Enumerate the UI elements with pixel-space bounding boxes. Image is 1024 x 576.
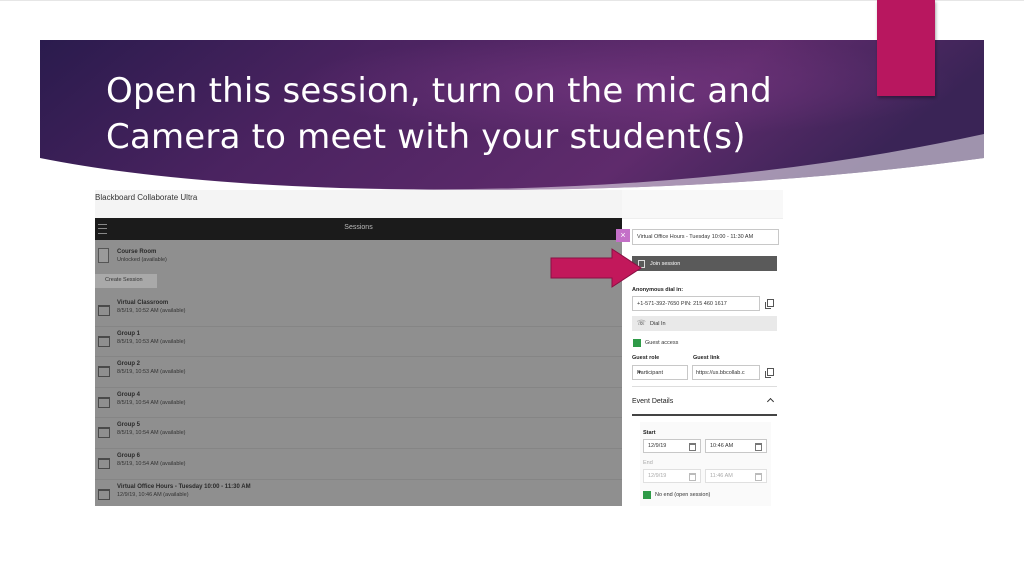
guest-link-field[interactable]: https://us.bbcollab.c (692, 365, 760, 380)
dial-in-value: +1-571-392-7650 PIN: 215 460 1617 (637, 300, 727, 307)
session-icon (98, 335, 110, 347)
event-details-underline (632, 414, 777, 416)
panel-divider (632, 386, 777, 387)
event-details-section: Start 12/9/19 10:46 AM End 12/9/19 11:46… (640, 422, 771, 506)
session-name-value: Virtual Office Hours - Tuesday 10:00 - 1… (637, 234, 754, 240)
session-name: Group 1 (117, 330, 141, 337)
calendar-icon (689, 473, 696, 481)
no-end-checkbox[interactable] (643, 491, 651, 499)
session-time: 8/5/19, 10:53 AM (available) (117, 338, 186, 345)
session-row[interactable]: Group 1 8/5/19, 10:53 AM (available) (95, 327, 622, 358)
close-icon[interactable]: × (616, 229, 630, 242)
session-name: Group 2 (117, 361, 141, 368)
session-name: Virtual Classroom (117, 300, 169, 306)
session-row[interactable]: Virtual Office Hours - Tuesday 10:00 - 1… (95, 480, 622, 506)
session-row[interactable]: Group 6 8/5/19, 10:54 AM (available) (95, 449, 622, 480)
no-end-label: No end (open session) (655, 492, 711, 498)
guest-role-select[interactable]: Participant ▼ (632, 365, 688, 380)
sessions-header: Sessions (95, 218, 622, 240)
session-time: 8/5/19, 10:54 AM (available) (117, 430, 186, 437)
course-room-item[interactable]: Course Room Unlocked (available) (95, 240, 622, 274)
session-name-field[interactable]: Virtual Office Hours - Tuesday 10:00 - 1… (632, 229, 779, 245)
session-time: 8/5/19, 10:53 AM (available) (117, 369, 186, 376)
session-name: Virtual Office Hours - Tuesday 10:00 - 1… (117, 483, 251, 490)
start-time-value: 10:46 AM (710, 443, 734, 449)
phone-icon: ☏ (637, 320, 646, 327)
session-row[interactable]: Virtual Classroom 8/5/19, 10:52 AM (avai… (95, 296, 622, 327)
session-icon (98, 427, 110, 439)
guest-link-value: https://us.bbcollab.c (696, 369, 745, 376)
end-date-value: 12/9/19 (648, 473, 667, 479)
chevron-up-icon[interactable] (766, 397, 775, 406)
end-time-value: 11:46 AM (710, 473, 733, 479)
clock-icon (755, 443, 762, 451)
session-details-panel: × Virtual Office Hours - Tuesday 10:00 -… (616, 190, 783, 506)
calendar-icon (689, 443, 696, 451)
app-title-bar: Blackboard Collaborate Ultra (95, 190, 622, 218)
accent-tab (877, 0, 935, 96)
start-label: Start (643, 430, 656, 436)
caret-down-icon: ▼ (637, 370, 642, 376)
guest-access-label: Guest access (645, 340, 679, 346)
end-label: End (643, 460, 653, 466)
dial-in-button-label: Dial In (650, 320, 666, 327)
end-time-field: 11:46 AM (705, 469, 767, 483)
sessions-header-title: Sessions (344, 224, 373, 231)
end-date-field: 12/9/19 (643, 469, 701, 483)
clock-icon (755, 473, 762, 481)
session-row[interactable]: Group 2 8/5/19, 10:53 AM (available) (95, 357, 622, 388)
start-time-field[interactable]: 10:46 AM (705, 439, 767, 453)
guest-link-label: Guest link (693, 355, 720, 361)
event-details-title[interactable]: Event Details (632, 398, 673, 405)
create-session-button[interactable]: Create Session (95, 274, 157, 288)
session-icon (98, 305, 110, 316)
session-name: Group 4 (117, 391, 141, 398)
app-title: Blackboard Collaborate Ultra (95, 193, 198, 202)
dial-in-field[interactable]: +1-571-392-7650 PIN: 215 460 1617 (632, 296, 760, 311)
copy-icon[interactable] (765, 368, 774, 378)
session-name: Group 5 (117, 422, 141, 429)
session-time: 12/9/19, 10:46 AM (available) (117, 491, 189, 498)
session-icon (98, 366, 110, 378)
start-date-value: 12/9/19 (648, 443, 667, 449)
sessions-pane: Sessions Course Room Unlocked (available… (95, 218, 622, 506)
session-row[interactable]: Group 4 8/5/19, 10:54 AM (available) (95, 388, 622, 419)
session-icon (98, 488, 110, 500)
slide-title: Open this session, turn on the mic and C… (106, 71, 772, 157)
session-name: Group 6 (117, 452, 141, 459)
guest-access-checkbox[interactable] (633, 339, 641, 347)
create-session-label: Create Session (105, 277, 143, 283)
course-room-name: Course Room (117, 249, 157, 255)
document-icon (98, 248, 109, 263)
copy-icon[interactable] (765, 299, 774, 309)
course-room-status: Unlocked (available) (117, 257, 167, 263)
dial-in-button[interactable]: ☏ Dial In (632, 316, 777, 331)
pointer-arrow-icon (550, 248, 642, 288)
panel-top-strip (622, 190, 783, 219)
session-icon (98, 457, 110, 469)
session-time: 8/5/19, 10:52 AM (available) (117, 308, 186, 314)
session-list: Virtual Classroom 8/5/19, 10:52 AM (avai… (95, 296, 622, 506)
join-session-button[interactable]: Join session (632, 256, 777, 271)
guest-role-label: Guest role (632, 355, 660, 361)
collaborate-screenshot: Blackboard Collaborate Ultra Sessions Co… (95, 190, 783, 506)
session-row[interactable]: Group 5 8/5/19, 10:54 AM (available) (95, 418, 622, 449)
session-time: 8/5/19, 10:54 AM (available) (117, 399, 186, 406)
slide-top-border (0, 0, 1024, 1)
start-date-field[interactable]: 12/9/19 (643, 439, 701, 453)
join-session-label: Join session (650, 260, 681, 267)
session-icon (98, 396, 110, 408)
session-time: 8/5/19, 10:54 AM (available) (117, 460, 186, 467)
